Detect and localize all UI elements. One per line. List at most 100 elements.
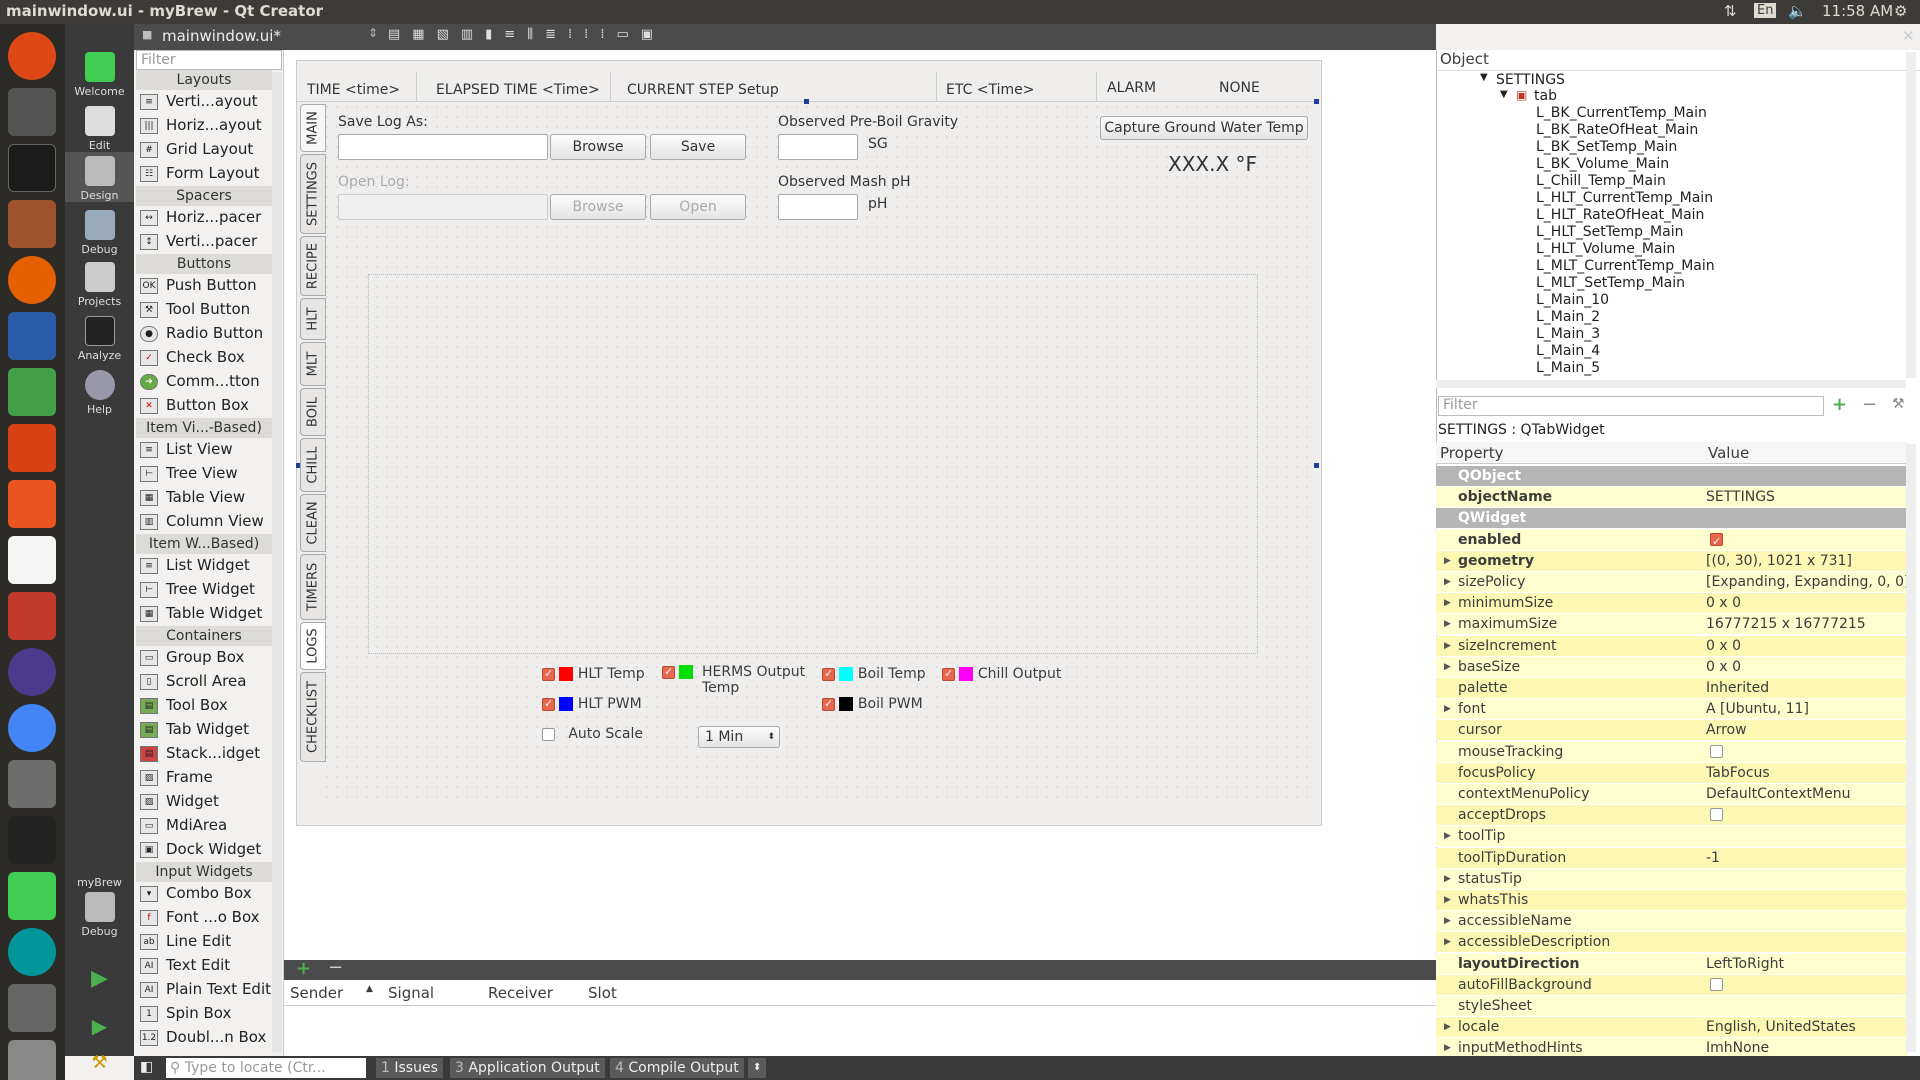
col-signal[interactable]: Signal xyxy=(388,984,434,1002)
sidebar-toggle-icon[interactable]: ◧ xyxy=(140,1059,153,1075)
property-value[interactable]: A [Ubuntu, 11] xyxy=(1706,699,1809,719)
object-item[interactable]: L_MLT_SetTemp_Main xyxy=(1536,275,1685,291)
widget-plain-text-edit[interactable]: AI Plain Text Edit xyxy=(140,978,271,1000)
tab-recipe[interactable]: RECIPE xyxy=(300,236,326,296)
output-tab-application[interactable]: 3 Application Output xyxy=(450,1058,605,1078)
mode-help[interactable]: Help xyxy=(65,370,134,416)
boil-pwm-checkbox[interactable] xyxy=(822,697,835,711)
widget-spin-box[interactable]: 1 Spin Box xyxy=(140,1002,231,1024)
eclipse-icon[interactable] xyxy=(8,648,56,696)
property-row[interactable]: layoutDirection LeftToRight xyxy=(1436,953,1908,975)
property-value[interactable]: DefaultContextMenu xyxy=(1706,784,1850,804)
object-item[interactable]: L_Main_10 xyxy=(1536,292,1609,308)
writer-icon[interactable] xyxy=(8,312,56,360)
keyboard-indicator[interactable]: En xyxy=(1754,3,1777,18)
property-scrollbar[interactable] xyxy=(1906,444,1916,1052)
chill-output-checkbox[interactable] xyxy=(942,667,955,681)
widget-dock-widget[interactable]: ▣ Dock Widget xyxy=(140,838,261,860)
widget-stacked-widget[interactable]: ▤ Stack...idget xyxy=(140,742,260,764)
object-item[interactable]: L_BK_RateOfHeat_Main xyxy=(1536,122,1698,138)
category-buttons[interactable]: Buttons xyxy=(136,254,272,274)
widget-list-view[interactable]: ≡ List View xyxy=(140,438,233,460)
col-sender[interactable]: Sender xyxy=(290,984,343,1002)
property-row[interactable]: cursor Arrow xyxy=(1436,720,1908,742)
widget-button-box[interactable]: ✕ Button Box xyxy=(140,394,249,416)
object-item[interactable]: L_BK_SetTemp_Main xyxy=(1536,139,1677,155)
widget-group-box[interactable]: ▭ Group Box xyxy=(140,646,244,668)
gimp-icon[interactable] xyxy=(8,760,56,808)
add-connection-icon[interactable]: + xyxy=(296,958,311,979)
volume-icon[interactable]: 🔈 xyxy=(1788,2,1807,20)
interval-combo[interactable]: 1 Min ⬍ xyxy=(698,726,780,748)
category-containers[interactable]: Containers xyxy=(136,626,272,646)
property-row[interactable]: ▶ accessibleName xyxy=(1436,911,1908,933)
close-icon[interactable]: ✕ xyxy=(1902,27,1915,45)
network-icon[interactable]: ⇅ xyxy=(1724,2,1737,20)
remove-property-icon[interactable]: − xyxy=(1862,394,1877,415)
property-row[interactable]: ▶ locale English, UnitedStates xyxy=(1436,1017,1908,1039)
system-icon[interactable] xyxy=(8,984,56,1032)
tab-boil[interactable]: BOIL xyxy=(300,388,326,436)
add-property-icon[interactable]: + xyxy=(1832,394,1847,415)
widget-list-widget[interactable]: ≡ List Widget xyxy=(140,554,250,576)
expand-arrow-icon[interactable]: ▶ xyxy=(1444,869,1451,889)
widget-line-edit[interactable]: ab Line Edit xyxy=(140,930,231,952)
property-value[interactable]: 0 x 0 xyxy=(1706,636,1741,656)
property-row[interactable]: objectName SETTINGS xyxy=(1436,487,1908,509)
property-value[interactable]: TabFocus xyxy=(1706,763,1770,783)
legend-hlt-pwm[interactable]: HLT PWM xyxy=(542,696,642,712)
widget-frame[interactable]: ▨ Frame xyxy=(140,766,213,788)
category-spacers[interactable]: Spacers xyxy=(136,186,272,206)
expand-arrow-icon[interactable]: ▶ xyxy=(1444,890,1451,910)
property-value[interactable]: SETTINGS xyxy=(1706,487,1775,507)
expand-arrow-icon[interactable]: ▶ xyxy=(1444,911,1451,931)
boil-temp-checkbox[interactable] xyxy=(822,667,835,681)
object-item[interactable]: L_HLT_SetTemp_Main xyxy=(1536,224,1683,240)
property-row[interactable]: contextMenuPolicy DefaultContextMenu xyxy=(1436,784,1908,805)
expand-icon[interactable]: ▼ xyxy=(1500,89,1508,100)
property-row[interactable]: ▶ sizePolicy [Expanding, Expanding, 0, 0] xyxy=(1436,572,1909,593)
debug-run-icon[interactable]: ▶ xyxy=(65,1014,134,1038)
property-row[interactable]: ▶ sizeIncrement 0 x 0 xyxy=(1436,635,1908,657)
mode-projects[interactable]: Projects xyxy=(65,262,134,308)
widget-tool-box[interactable]: ▤ Tool Box xyxy=(140,694,228,716)
property-row[interactable]: enabled xyxy=(1436,529,1908,552)
widget-tree-view[interactable]: ⊢ Tree View xyxy=(140,462,238,484)
property-row[interactable]: ▶ minimumSize 0 x 0 xyxy=(1436,593,1908,615)
widget-filter-input[interactable]: Filter xyxy=(136,50,282,70)
mode-edit[interactable]: Edit xyxy=(65,106,134,152)
widget-horizontal-spacer[interactable]: ↔ Horiz...pacer xyxy=(140,206,261,228)
widget-text-edit[interactable]: AI Text Edit xyxy=(140,954,230,976)
property-row[interactable]: acceptDrops xyxy=(1436,805,1908,827)
expand-arrow-icon[interactable]: ▶ xyxy=(1444,636,1451,656)
widget-grid-layout[interactable]: # Grid Layout xyxy=(140,138,253,160)
build-icon[interactable]: ⚒ xyxy=(65,1052,134,1073)
widget-box-scrollbar[interactable] xyxy=(272,72,282,1052)
tab-mlt[interactable]: MLT xyxy=(300,342,326,386)
mode-analyze[interactable]: Analyze xyxy=(65,316,134,362)
object-hscrollbar[interactable] xyxy=(1436,380,1906,388)
widget-check-box[interactable]: ✓ Check Box xyxy=(140,346,245,368)
ubuntu-dash-icon[interactable] xyxy=(8,32,56,80)
inkscape-icon[interactable] xyxy=(8,816,56,864)
firefox-icon[interactable] xyxy=(8,256,56,304)
widget-form-layout[interactable]: ☷ Form Layout xyxy=(140,162,260,184)
remove-connection-icon[interactable]: − xyxy=(328,957,343,978)
amazon-icon[interactable] xyxy=(8,536,56,584)
browse-open-button[interactable]: Browse xyxy=(550,194,646,220)
tab-timers[interactable]: TIMERS xyxy=(300,554,326,620)
tab-clean[interactable]: CLEAN xyxy=(300,494,326,552)
property-row[interactable]: mouseTracking xyxy=(1436,741,1908,763)
tab-switch-icon[interactable]: ⇕ xyxy=(368,26,378,40)
object-item[interactable]: L_MLT_CurrentTemp_Main xyxy=(1536,258,1715,274)
workspace-icon[interactable] xyxy=(8,88,56,136)
legend-boil-pwm[interactable]: Boil PWM xyxy=(822,696,923,712)
software-center-icon[interactable] xyxy=(8,480,56,528)
property-row[interactable]: ▶ baseSize 0 x 0 xyxy=(1436,656,1908,678)
property-row[interactable]: ▶ font A [Ubuntu, 11] xyxy=(1436,699,1908,721)
category-input-widgets[interactable]: Input Widgets xyxy=(136,862,272,882)
file-tab[interactable]: mainwindow.ui* xyxy=(162,27,281,45)
property-row[interactable]: ▶ geometry [(0, 30), 1021 x 731] xyxy=(1436,550,1908,572)
expand-arrow-icon[interactable]: ▶ xyxy=(1444,593,1451,613)
widget-vertical-spacer[interactable]: ↕ Verti...pacer xyxy=(140,230,257,252)
